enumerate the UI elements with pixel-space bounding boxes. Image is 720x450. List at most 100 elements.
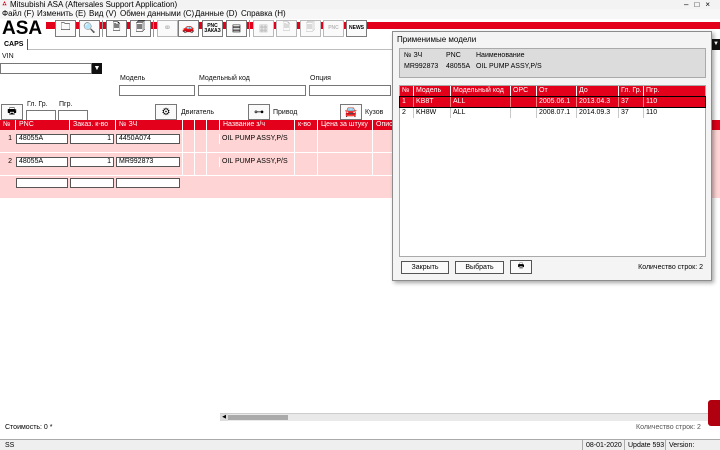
col-unit-price[interactable]: Цена за штуку	[317, 120, 372, 130]
col-blank-3[interactable]	[206, 120, 219, 130]
model-code-input[interactable]	[198, 85, 306, 96]
models-row[interactable]: 2 KH8W ALL 2008.07.1 2014.09.3 37 110	[400, 108, 705, 118]
menu-view[interactable]: Вид (V)	[89, 9, 116, 19]
scroll-left-icon[interactable]: ◀	[220, 414, 228, 421]
link-icon: ⚭	[163, 23, 172, 34]
toolbar-separator	[249, 20, 252, 37]
row-qty	[294, 130, 317, 152]
body-button[interactable]: 🚘	[340, 104, 362, 120]
documents-button[interactable]: 🗐	[130, 20, 151, 37]
engine-button[interactable]: ⚙	[155, 104, 177, 120]
col-opc[interactable]: OPC	[510, 86, 536, 96]
maximize-button[interactable]: □	[694, 0, 705, 9]
col-part-name[interactable]: Название з/ч	[219, 120, 294, 130]
disabled-doc2-button[interactable]: 🗐	[300, 20, 321, 37]
folder-icon: 🗀	[60, 22, 71, 33]
menu-help[interactable]: Справка (H)	[241, 9, 286, 19]
table-row-new[interactable]	[0, 176, 392, 198]
applicable-models-dialog: Применимые модели № ЗЧ PNC Наименование …	[392, 31, 712, 281]
model-row-to: 2013.04.3	[576, 97, 618, 107]
window-controls[interactable]: –□×	[684, 0, 716, 9]
col-part-no[interactable]: № ЗЧ	[115, 120, 182, 130]
model-row-model: KH8W	[413, 108, 450, 118]
col-sub-group[interactable]: Пгр.	[643, 86, 665, 96]
engine-label: Двигатель	[181, 109, 215, 116]
option-input[interactable]	[309, 85, 391, 96]
status-indicator: SS	[5, 442, 15, 449]
model-row-opc	[510, 97, 536, 107]
vin-dropdown-button[interactable]: ▼	[92, 63, 102, 74]
col-no[interactable]: №	[0, 120, 15, 130]
new-part-input[interactable]	[116, 178, 180, 188]
pnc-header: PNC	[446, 52, 461, 59]
row-pnc[interactable]: 48055A	[16, 134, 68, 144]
col-model[interactable]: Модель	[413, 86, 450, 96]
part-no-header: № ЗЧ	[404, 52, 423, 59]
horizontal-scrollbar[interactable]: ◀ ▶	[220, 413, 720, 421]
row-order-qty[interactable]: 1	[70, 157, 114, 167]
col-blank-2[interactable]	[194, 120, 206, 130]
row-pnc[interactable]: 48055A	[16, 157, 68, 167]
toolbar-separator	[102, 20, 105, 37]
app-brand: ASA	[2, 18, 43, 39]
pnc-button[interactable]: PNC	[323, 20, 344, 37]
document-button[interactable]: 🗎	[106, 20, 127, 37]
col-model-no[interactable]: №	[400, 86, 413, 96]
col-blank-1[interactable]	[182, 120, 194, 130]
model-row-main-group: 37	[618, 108, 643, 118]
model-row-main-group: 37	[618, 97, 643, 107]
row-order-qty[interactable]: 1	[70, 134, 114, 144]
drive-button[interactable]: ⊶	[248, 104, 270, 120]
disabled-doc-button[interactable]: 🗎	[276, 20, 297, 37]
row-number: 2	[8, 158, 12, 165]
row-blank-3	[206, 153, 219, 175]
model-input[interactable]	[119, 85, 195, 96]
row-description	[372, 130, 392, 152]
minimize-button[interactable]: –	[684, 0, 694, 9]
disabled-button[interactable]: ▦	[253, 20, 274, 37]
dialog-title: Применимые модели	[397, 35, 477, 44]
row-part-no[interactable]: MR992873	[116, 157, 180, 167]
pnc-order-button[interactable]: PNC ЗАКАЗ	[202, 20, 223, 37]
dialog-close-button[interactable]: Закрыть	[401, 261, 449, 274]
col-qty[interactable]: к-во	[294, 120, 317, 130]
list-button[interactable]: ▤	[226, 20, 247, 37]
vin-input[interactable]	[0, 63, 92, 74]
model-row-no: 2	[402, 109, 406, 116]
menu-data[interactable]: Данные (D)	[195, 9, 237, 19]
open-folder-button[interactable]: 🗀	[55, 20, 76, 37]
table-row[interactable]: 1 48055A 1 4450A074 OIL PUMP ASSY,P/S	[0, 130, 392, 152]
row-part-no[interactable]: 4450A074	[116, 134, 180, 144]
col-model-code[interactable]: Модельный код	[450, 86, 510, 96]
dialog-select-button[interactable]: Выбрать	[455, 261, 504, 274]
new-pnc-input[interactable]	[16, 178, 68, 188]
col-to[interactable]: До	[576, 86, 618, 96]
models-row-selected[interactable]: 1 KB8T ALL 2005.06.1 2013.04.3 37 110	[399, 96, 706, 108]
link-button[interactable]: ⚭	[157, 20, 178, 37]
vehicle-button[interactable]: 🚗	[178, 20, 199, 37]
caps-tab[interactable]: CAPS	[2, 39, 28, 50]
close-window-button[interactable]: ×	[705, 0, 716, 9]
col-from[interactable]: От	[536, 86, 576, 96]
menu-edit[interactable]: Изменить (E)	[37, 9, 86, 19]
table-row[interactable]: 2 48055A 1 MR992873 OIL PUMP ASSY,P/S	[0, 153, 392, 175]
col-pnc[interactable]: PNC	[15, 120, 69, 130]
news-button[interactable]: NEWS	[346, 20, 367, 37]
document-icon: 🗎	[112, 22, 121, 33]
row-blank-3	[206, 130, 219, 152]
window-title: Mitsubishi ASA (Aftersales Support Appli…	[10, 0, 178, 9]
title-bar: Mitsubishi ASA (Aftersales Support Appli…	[0, 0, 720, 9]
col-order-qty[interactable]: Заказ. к-во	[69, 120, 115, 130]
new-qty-input[interactable]	[70, 178, 114, 188]
main-row-count: Количество строк: 2	[636, 424, 701, 431]
scrollbar-thumb[interactable]	[228, 415, 288, 420]
dialog-print-button[interactable]: 🖶	[510, 260, 532, 274]
model-row-no: 1	[402, 98, 406, 105]
col-description[interactable]: Опис	[372, 120, 393, 130]
col-main-group[interactable]: Гл. Гр.	[618, 86, 643, 96]
print-icon: 🖶	[517, 263, 525, 270]
print-button[interactable]: 🖶	[1, 104, 23, 120]
menu-exchange[interactable]: Обмен данными (C)	[120, 9, 194, 19]
search-button[interactable]: 🔍	[79, 20, 100, 37]
right-dropdown-button[interactable]: ▼	[712, 39, 720, 50]
